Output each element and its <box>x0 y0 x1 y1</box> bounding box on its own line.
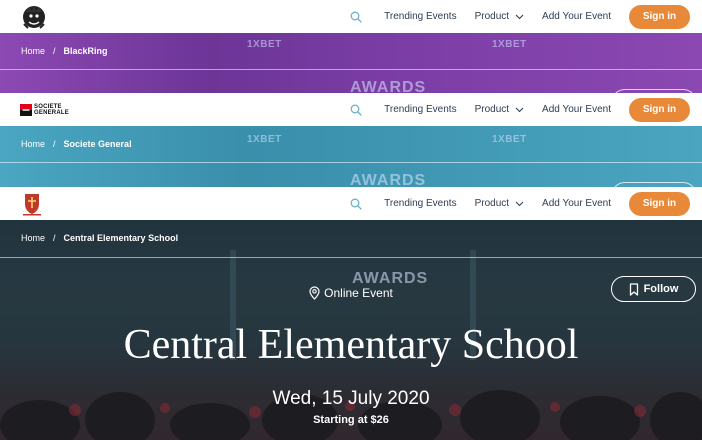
nav-actions: Trending Events Product Add Your Event S… <box>348 187 690 220</box>
follow-label: Follow <box>643 283 679 295</box>
sign-in-button[interactable]: Sign in <box>629 97 690 122</box>
lion-crest-logo-icon <box>23 5 45 29</box>
nav-trending-events[interactable]: Trending Events <box>384 104 456 115</box>
chevron-down-icon <box>515 14 524 20</box>
event-type-label: Online Event <box>324 286 393 300</box>
sign-in-button[interactable]: Sign in <box>629 191 690 216</box>
location-pin-icon <box>309 286 320 300</box>
navbar-central-elementary: Trending Events Product Add Your Event S… <box>0 187 702 220</box>
nav-actions: Trending Events Product Add Your Event S… <box>348 93 690 126</box>
nav-trending-events[interactable]: Trending Events <box>384 11 456 22</box>
logo-wordmark-line2: GENERALE <box>34 109 69 116</box>
logo-wordmark: SOCIETE GENERALE <box>34 104 69 116</box>
nav-product-dropdown[interactable]: Product <box>475 104 524 115</box>
event-header: Online Event Central Elementary School W… <box>0 0 702 440</box>
event-date: Wed, 15 July 2020 <box>272 388 430 409</box>
event-price: Starting at $26 <box>313 414 389 426</box>
search-button[interactable] <box>348 102 364 118</box>
logo-blackring[interactable] <box>20 0 48 33</box>
navbar-societe-generale: SOCIETE GENERALE Trending Events Product… <box>0 93 702 126</box>
search-button[interactable] <box>348 9 364 25</box>
nav-add-your-event[interactable]: Add Your Event <box>542 104 611 115</box>
nav-trending-events[interactable]: Trending Events <box>384 198 456 209</box>
nav-product-dropdown[interactable]: Product <box>475 198 524 209</box>
event-title: Central Elementary School <box>123 322 579 368</box>
search-button[interactable] <box>348 196 364 212</box>
nav-actions: Trending Events Product Add Your Event S… <box>348 0 690 33</box>
nav-add-your-event[interactable]: Add Your Event <box>542 11 611 22</box>
nav-product-label: Product <box>474 11 510 22</box>
event-type: Online Event <box>0 286 702 300</box>
chevron-down-icon <box>515 201 524 207</box>
logo-central-elementary[interactable] <box>20 187 44 220</box>
nav-product-label: Product <box>474 104 510 115</box>
follow-button[interactable]: Follow <box>611 276 696 302</box>
nav-add-your-event[interactable]: Add Your Event <box>542 198 611 209</box>
nav-product-dropdown[interactable]: Product <box>475 11 524 22</box>
bookmark-icon <box>629 282 639 296</box>
logo-societe-generale[interactable]: SOCIETE GENERALE <box>20 93 69 126</box>
nav-product-label: Product <box>474 198 510 209</box>
search-icon <box>350 198 362 210</box>
sign-in-button[interactable]: Sign in <box>629 4 690 29</box>
search-icon <box>350 104 362 116</box>
search-icon <box>350 11 362 23</box>
societe-generale-logo-icon <box>20 103 32 116</box>
school-crest-logo-icon <box>23 193 41 215</box>
navbar-blackring: Trending Events Product Add Your Event S… <box>0 0 702 33</box>
chevron-down-icon <box>515 107 524 113</box>
